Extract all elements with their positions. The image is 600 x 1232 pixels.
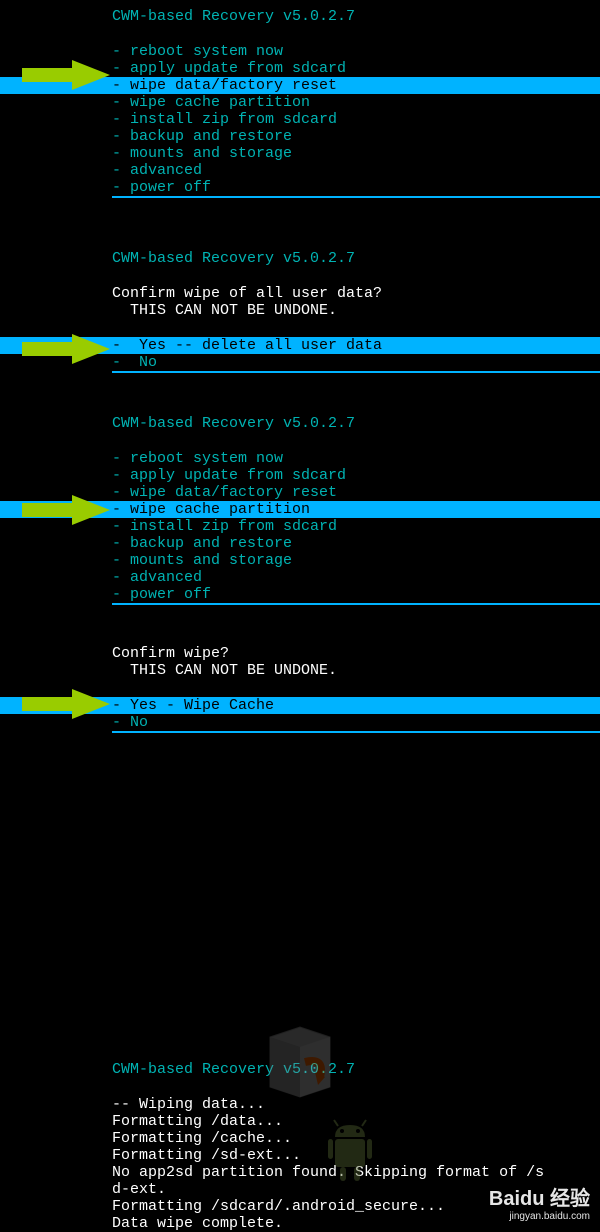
confirm-warning: THIS CAN NOT BE UNDONE. (0, 302, 600, 319)
menu-item[interactable]: - apply update from sdcard (0, 467, 600, 484)
menu-item[interactable]: - power off (0, 586, 600, 603)
menu-item[interactable]: - backup and restore (0, 128, 600, 145)
menu-divider (112, 196, 600, 198)
menu-divider (112, 731, 600, 733)
watermark-main: Baidu 经验 (489, 1188, 590, 1210)
recovery-title: CWM-based Recovery v5.0.2.7 (0, 250, 600, 267)
recovery-menu-2: CWM-based Recovery v5.0.2.7 - reboot sys… (0, 415, 600, 605)
menu-item[interactable]: - power off (0, 179, 600, 196)
menu-item[interactable]: - advanced (0, 569, 600, 586)
arrow-icon (22, 495, 110, 525)
menu-item[interactable]: - mounts and storage (0, 552, 600, 569)
watermark: Baidu 经验 jingyan.baidu.com (489, 1182, 590, 1222)
arrow-icon (22, 334, 110, 364)
watermark-sub: jingyan.baidu.com (489, 1211, 590, 1222)
log-line: Formatting /sd-ext... (0, 1147, 600, 1164)
confirm-prompt: Confirm wipe? (0, 645, 600, 662)
menu-item[interactable]: - backup and restore (0, 535, 600, 552)
menu-item[interactable]: - wipe cache partition (0, 94, 600, 111)
menu-divider (112, 371, 600, 373)
menu-item[interactable]: - install zip from sdcard (0, 111, 600, 128)
box-icon (260, 1017, 340, 1112)
menu-item[interactable]: - reboot system now (0, 450, 600, 467)
menu-item[interactable]: - mounts and storage (0, 145, 600, 162)
log-line: Formatting /data... (0, 1113, 600, 1130)
confirm-prompt: Confirm wipe of all user data? (0, 285, 600, 302)
confirm-wipe-cache: Confirm wipe? THIS CAN NOT BE UNDONE. - … (0, 645, 600, 733)
menu-divider (112, 603, 600, 605)
arrow-icon (22, 689, 110, 719)
android-icon (320, 1117, 380, 1192)
confirm-warning: THIS CAN NOT BE UNDONE. (0, 662, 600, 679)
menu-item[interactable]: - advanced (0, 162, 600, 179)
confirm-wipe-data: CWM-based Recovery v5.0.2.7 Confirm wipe… (0, 250, 600, 373)
log-line: Formatting /cache... (0, 1130, 600, 1147)
recovery-menu-1: CWM-based Recovery v5.0.2.7 - reboot sys… (0, 0, 600, 198)
recovery-title: CWM-based Recovery v5.0.2.7 (0, 415, 600, 432)
log-line: No app2sd partition found. Skipping form… (0, 1164, 600, 1181)
menu-item[interactable]: - reboot system now (0, 43, 600, 60)
recovery-title: CWM-based Recovery v5.0.2.7 (0, 8, 600, 25)
arrow-icon (22, 60, 110, 90)
